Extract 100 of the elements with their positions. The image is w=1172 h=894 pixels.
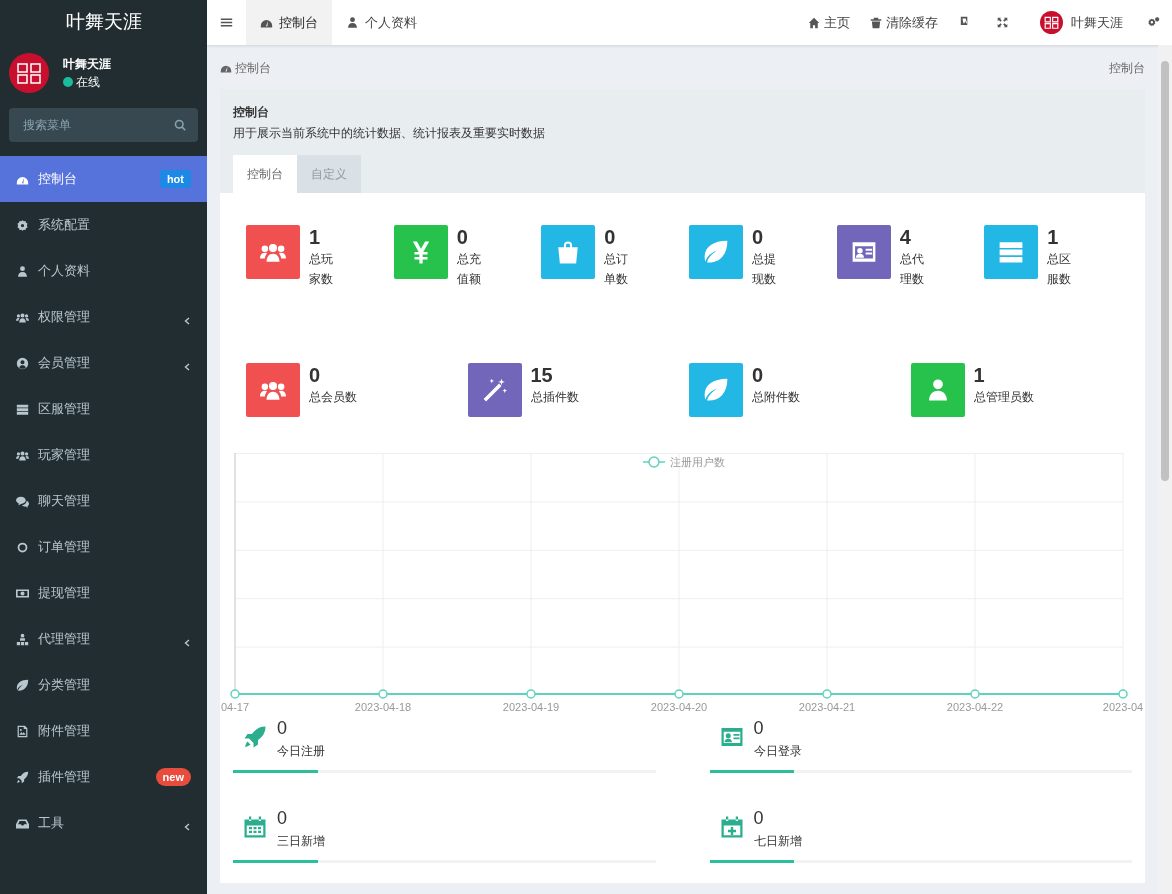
- menu-badge: new: [155, 767, 191, 787]
- chart-legend: 注册用户数: [670, 456, 725, 468]
- chart-point: [674, 689, 684, 699]
- summary-value: 0: [277, 717, 288, 739]
- server-icon: [998, 239, 1025, 265]
- chart-point: [526, 689, 536, 699]
- menu-badge: hot: [159, 169, 191, 189]
- summary-value: 0: [753, 807, 765, 829]
- chart-point: [1118, 689, 1128, 699]
- sidebar-item[interactable]: 聊天管理: [0, 478, 207, 524]
- top-tab[interactable]: 控制台: [246, 0, 332, 45]
- sidebar-item[interactable]: 区服管理: [0, 386, 207, 432]
- panel-title: 控制台: [233, 104, 270, 121]
- stat-value: 0: [750, 225, 765, 249]
- stat-value: 0: [751, 363, 765, 387]
- gear-icon: [16, 218, 29, 232]
- menu-icon[interactable]: [220, 16, 233, 29]
- inbox-icon: [16, 816, 29, 830]
- stat-label: 总玩家数: [309, 252, 333, 286]
- breadcrumb-text: 控制台: [1109, 60, 1145, 77]
- users-icon: [16, 448, 29, 462]
- rocket-icon: [16, 770, 29, 784]
- panel-description: 用于展示当前系统中的统计数据、统计报表及重要实时数据: [233, 125, 546, 142]
- stat-value: 0: [603, 225, 617, 249]
- stat-label: 总充值额: [456, 252, 481, 286]
- summary-value: 0: [277, 807, 288, 829]
- summary-label: 今日登录: [753, 743, 802, 760]
- settings-icon[interactable]: [1147, 16, 1160, 29]
- sidebar-item[interactable]: 工具: [0, 800, 207, 846]
- server-icon: [16, 402, 29, 416]
- users-icon: [16, 310, 29, 324]
- user-menu[interactable]: 叶舞天涯: [1020, 11, 1137, 34]
- image-icon: [16, 724, 29, 738]
- sidebar-item[interactable]: 附件管理: [0, 708, 207, 754]
- fullscreen-icon[interactable]: [997, 17, 1008, 28]
- chart-point: [230, 689, 240, 699]
- magic-wand-icon: [481, 377, 508, 403]
- leaf-icon: [16, 678, 29, 692]
- user-name: 叶舞天涯: [63, 56, 111, 73]
- axis-label: 2023-04-22: [946, 701, 1004, 713]
- chart-point: [970, 689, 980, 699]
- stat-value: 0: [308, 363, 322, 387]
- user-icon: [16, 264, 29, 278]
- stat-value: 0: [455, 225, 469, 249]
- id-card-icon: [719, 725, 744, 749]
- id-card-icon: [850, 239, 877, 265]
- user-status: 在线: [76, 74, 100, 91]
- sidebar-item[interactable]: 个人资料: [0, 248, 207, 294]
- stat-value: 1: [308, 225, 322, 249]
- sidebar-item[interactable]: 提现管理: [0, 570, 207, 616]
- avatar-icon: [1040, 11, 1063, 34]
- stat-label: 总会员数: [309, 390, 357, 404]
- top-link[interactable]: 主页: [798, 12, 860, 33]
- user-icon: [346, 16, 359, 29]
- search-icon[interactable]: [174, 119, 186, 131]
- calendar-icon: [243, 815, 267, 839]
- sidebar-item[interactable]: 插件管理 new: [0, 754, 207, 800]
- sidebar-item[interactable]: 权限管理: [0, 294, 207, 340]
- sidebar-item[interactable]: 订单管理: [0, 524, 207, 570]
- stat-value: 15: [529, 363, 554, 387]
- home-icon: [808, 16, 820, 29]
- breadcrumb-link[interactable]: 控制台: [235, 59, 272, 77]
- top-tab[interactable]: 个人资料: [332, 0, 431, 45]
- sidebar-item[interactable]: 代理管理: [0, 616, 207, 662]
- stat-value: 1: [972, 363, 986, 387]
- axis-label: 2023-04-20: [650, 701, 708, 713]
- sidebar-item[interactable]: 分类管理: [0, 662, 207, 708]
- summary-label: 七日新增: [753, 833, 802, 850]
- stat-label: 总附件数: [752, 390, 800, 404]
- axis-label: 04-17: [220, 701, 250, 713]
- avatar-icon: [9, 53, 49, 93]
- stat-label: 总提现数: [751, 252, 776, 286]
- sidebar-item[interactable]: 会员管理: [0, 340, 207, 386]
- axis-label: 2023-04-19: [502, 701, 560, 713]
- stat-value: 4: [898, 225, 912, 249]
- rocket-icon: [243, 725, 267, 749]
- search-input[interactable]: 搜索菜单: [21, 115, 174, 135]
- stat-label: 总管理员数: [973, 390, 1034, 404]
- chart-point: [378, 689, 388, 699]
- trash-icon: [870, 16, 882, 29]
- sitemap-icon: [16, 632, 29, 646]
- summary-label: 今日注册: [277, 743, 325, 760]
- search-field[interactable]: 搜索菜单: [9, 108, 198, 142]
- sidebar-logo: 叶舞天涯: [64, 10, 143, 35]
- axis-label: 2023-04-21: [798, 701, 856, 713]
- axis-label: 2023-04: [1102, 701, 1144, 713]
- axis-label: 2023-04-18: [354, 701, 412, 713]
- money-icon: [16, 586, 29, 600]
- panel-tab[interactable]: 控制台: [233, 155, 297, 193]
- sidebar-item[interactable]: 系统配置: [0, 202, 207, 248]
- stat-label: 总订单数: [604, 252, 629, 286]
- stat-value: 1: [1046, 225, 1060, 249]
- sidebar-item[interactable]: 玩家管理: [0, 432, 207, 478]
- sidebar-item[interactable]: 控制台 hot: [0, 156, 207, 202]
- stat-label: 总插件数: [530, 390, 579, 404]
- summary-value: 0: [753, 717, 765, 739]
- stat-label: 总代理数: [899, 252, 924, 286]
- leaf-icon: [703, 377, 729, 403]
- top-link[interactable]: 清除缓存: [860, 12, 948, 33]
- chat-icon: [16, 494, 29, 508]
